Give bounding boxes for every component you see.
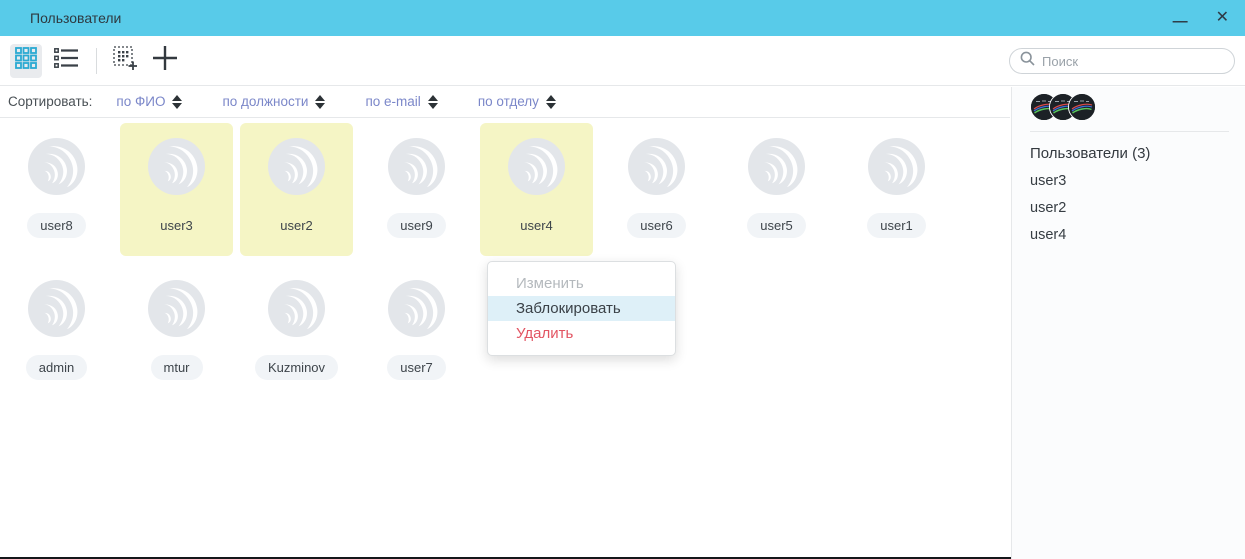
sidebar-heading: Пользователи (3)	[1030, 145, 1245, 162]
search-icon	[1020, 51, 1035, 71]
sort-option-label: по e-mail	[365, 94, 420, 109]
user-avatar-icon	[868, 138, 925, 195]
user-name: user7	[387, 355, 446, 380]
user-avatar-icon	[508, 138, 565, 195]
user-card[interactable]: user1	[840, 123, 953, 256]
add-group-icon	[112, 45, 138, 76]
sort-options: по ФИО по должности по e-mail по отделу	[116, 94, 595, 109]
sort-option-1[interactable]: по должности	[222, 94, 325, 109]
sort-option-2[interactable]: по e-mail	[365, 94, 437, 109]
minimize-button[interactable]: —	[1173, 14, 1188, 29]
users-grid: user8 user3	[0, 119, 968, 398]
close-button[interactable]: ✕	[1216, 10, 1229, 26]
user-avatar-icon	[268, 280, 325, 337]
toolbar-divider	[96, 48, 97, 74]
user-avatar-icon	[748, 138, 805, 195]
user-card[interactable]: user2	[240, 123, 353, 256]
user-card[interactable]: admin	[0, 265, 113, 398]
user-card[interactable]: user3	[120, 123, 233, 256]
add-group-button[interactable]	[109, 44, 141, 78]
user-card[interactable]: user7	[360, 265, 473, 398]
grid-view-icon	[15, 47, 37, 74]
user-avatar-icon	[28, 138, 85, 195]
user-name: user6	[627, 213, 686, 238]
context-menu-item-2[interactable]: Удалить	[488, 321, 675, 346]
search-input[interactable]	[1042, 54, 1224, 69]
user-card[interactable]: mtur	[120, 265, 233, 398]
selected-user-avatar-icon	[1068, 93, 1096, 121]
user-card[interactable]: user8	[0, 123, 113, 256]
sort-bar: Сортировать: по ФИО по должности по e-ma…	[0, 86, 1010, 118]
toolbar	[0, 36, 1245, 86]
user-card[interactable]: Kuzminov	[240, 265, 353, 398]
user-card[interactable]: user5	[720, 123, 833, 256]
context-menu: ИзменитьЗаблокироватьУдалить	[487, 261, 676, 356]
sort-option-3[interactable]: по отделу	[478, 94, 556, 109]
sort-option-label: по должности	[222, 94, 308, 109]
add-user-button[interactable]	[149, 44, 181, 78]
selection-sidebar: Пользователи (3) user3 user2 user4	[1011, 87, 1245, 559]
sort-arrows-icon	[428, 95, 438, 109]
selected-user-item[interactable]: user3	[1030, 173, 1245, 189]
user-avatar-icon	[148, 138, 205, 195]
user-card[interactable]: user6	[600, 123, 713, 256]
user-name: user5	[747, 213, 806, 238]
selected-user-item[interactable]: user4	[1030, 227, 1245, 243]
user-name: user1	[867, 213, 926, 238]
titlebar: Пользователи — ✕	[0, 0, 1245, 36]
selected-user-item[interactable]: user2	[1030, 200, 1245, 216]
user-name: admin	[26, 355, 87, 380]
user-name: mtur	[151, 355, 203, 380]
selected-users-avatars	[1030, 93, 1245, 121]
user-name: user2	[267, 213, 326, 238]
sort-option-label: по отделу	[478, 94, 539, 109]
search-box[interactable]	[1009, 48, 1235, 74]
users-window: { "window": { "title": "Пользователи", "…	[0, 0, 1245, 559]
user-avatar-icon	[628, 138, 685, 195]
sort-option-0[interactable]: по ФИО	[116, 94, 182, 109]
sort-arrows-icon	[315, 95, 325, 109]
user-name: user3	[147, 213, 206, 238]
grid-view-button[interactable]	[10, 44, 42, 78]
context-menu-item-1[interactable]: Заблокировать	[488, 296, 675, 321]
user-avatar-icon	[268, 138, 325, 195]
user-card[interactable]: user4	[480, 123, 593, 256]
sort-label: Сортировать:	[8, 94, 92, 109]
window-title: Пользователи	[30, 10, 121, 26]
sort-arrows-icon	[172, 95, 182, 109]
user-avatar-icon	[388, 280, 445, 337]
sort-arrows-icon	[546, 95, 556, 109]
context-menu-item-0: Изменить	[488, 271, 675, 296]
user-name: Kuzminov	[255, 355, 338, 380]
list-view-icon	[54, 47, 78, 74]
user-avatar-icon	[388, 138, 445, 195]
sidebar-divider	[1030, 131, 1229, 132]
user-name: user4	[507, 213, 566, 238]
list-view-button[interactable]	[50, 44, 82, 78]
selected-users-list: user3 user2 user4	[1030, 173, 1245, 243]
user-name: user9	[387, 213, 446, 238]
user-avatar-icon	[28, 280, 85, 337]
plus-icon	[152, 45, 178, 76]
user-card[interactable]: user9	[360, 123, 473, 256]
sort-option-label: по ФИО	[116, 94, 165, 109]
main-content: user8 user3	[0, 119, 1010, 398]
user-avatar-icon	[148, 280, 205, 337]
window-controls: — ✕	[1173, 10, 1229, 26]
user-name: user8	[27, 213, 86, 238]
